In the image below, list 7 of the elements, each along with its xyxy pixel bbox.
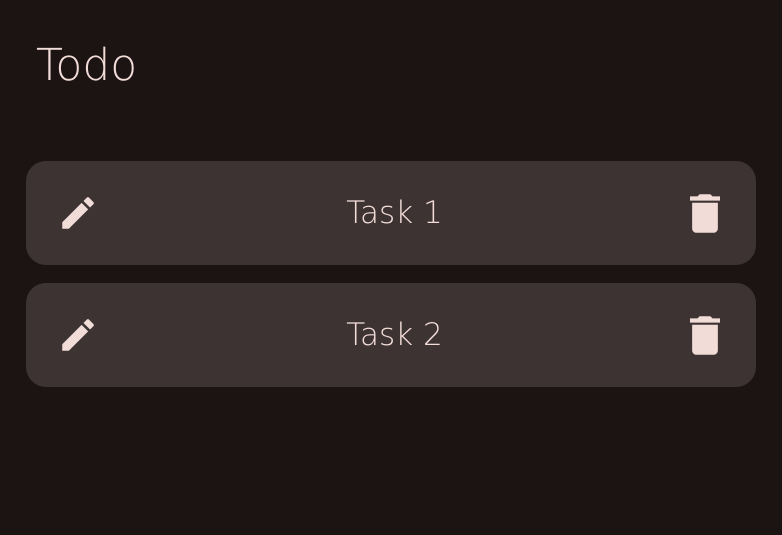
task-title: Task 2 [346,317,443,353]
trash-icon [690,192,720,234]
trash-icon [690,314,720,356]
delete-button[interactable] [690,314,720,356]
task-title: Task 1 [346,195,443,231]
page-title: Todo [35,39,138,93]
delete-button[interactable] [690,192,720,234]
